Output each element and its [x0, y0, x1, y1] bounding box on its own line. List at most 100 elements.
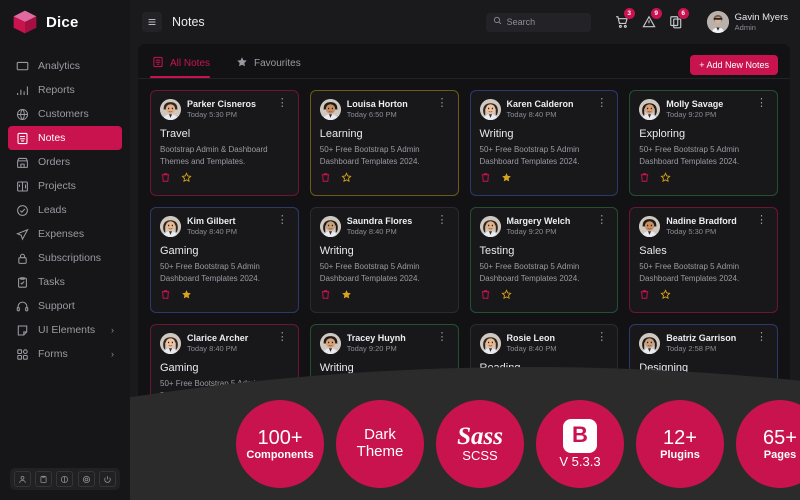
brand[interactable]: Dice — [0, 0, 130, 44]
note-author-block: Louisa Horton Today 6:50 PM — [347, 99, 430, 120]
note-actions — [480, 289, 609, 303]
check-circle-icon — [16, 204, 29, 217]
sidebar-item-tasks[interactable]: Tasks — [8, 270, 122, 294]
cart-icon[interactable]: 3 — [615, 15, 629, 29]
sidebar-item-customers[interactable]: Customers — [8, 102, 122, 126]
sidebar-item-ui-elements[interactable]: UI Elements › — [8, 318, 122, 342]
note-author: Nadine Bradford — [666, 216, 749, 227]
sidebar-item-orders[interactable]: Orders — [8, 150, 122, 174]
star-outline-icon[interactable] — [341, 172, 352, 186]
star-filled-icon[interactable] — [501, 172, 512, 186]
sidebar-item-forms[interactable]: Forms › — [8, 342, 122, 366]
note-author: Molly Savage — [666, 99, 749, 110]
note-author-block: Nadine Bradford Today 5:30 PM — [666, 216, 749, 237]
promo-circles: 100+ ComponentsDark ThemeSass SCSSB V 5.… — [130, 396, 800, 492]
search-input[interactable] — [507, 17, 584, 27]
sidebar-item-notes[interactable]: Notes — [8, 126, 122, 150]
star-outline-icon[interactable] — [181, 172, 192, 186]
avatar — [480, 216, 501, 237]
sidebar-item-label: Tasks — [38, 276, 114, 288]
sidebar-item-analytics[interactable]: Analytics — [8, 54, 122, 78]
more-options-icon[interactable]: ⋮ — [276, 216, 289, 225]
avatar — [480, 99, 501, 120]
note-author-block: Rosie Leon Today 8:40 PM — [507, 333, 590, 354]
umbrella-icon[interactable] — [56, 471, 73, 487]
more-options-icon[interactable]: ⋮ — [436, 333, 449, 342]
note-card[interactable]: Margery Welch Today 9:20 PM ⋮ Testing 50… — [470, 207, 619, 313]
star-filled-icon[interactable] — [341, 289, 352, 303]
avatar — [320, 216, 341, 237]
more-options-icon[interactable]: ⋮ — [755, 216, 768, 225]
note-card[interactable]: Louisa Horton Today 6:50 PM ⋮ Learning 5… — [310, 90, 459, 196]
note-text: 50+ Free Bootstrap 5 Admin Dashboard Tem… — [160, 261, 289, 289]
note-card[interactable]: Molly Savage Today 9:20 PM ⋮ Exploring 5… — [629, 90, 778, 196]
power-icon[interactable] — [99, 471, 116, 487]
tab-all-notes[interactable]: All Notes — [150, 52, 220, 78]
search-box[interactable] — [486, 13, 591, 32]
clipboard-icon[interactable] — [35, 471, 52, 487]
note-title: Gaming — [160, 362, 289, 374]
sidebar: Dice Analytics Reports Customers Notes O… — [0, 0, 130, 500]
notes-icon — [16, 132, 29, 145]
note-card[interactable]: Kim Gilbert Today 8:40 PM ⋮ Gaming 50+ F… — [150, 207, 299, 313]
trash-icon[interactable] — [480, 289, 491, 303]
user-menu[interactable]: Gavin Myers Admin — [707, 11, 788, 33]
hamburger-icon[interactable] — [142, 12, 162, 32]
user-role: Admin — [735, 23, 788, 32]
trash-icon[interactable] — [639, 289, 650, 303]
note-time: Today 8:40 PM — [187, 344, 270, 354]
more-options-icon[interactable]: ⋮ — [755, 333, 768, 342]
alert-triangle-icon[interactable]: 9 — [642, 15, 656, 29]
more-options-icon[interactable]: ⋮ — [595, 99, 608, 108]
promo-circle-bottom: V 5.3.3 — [559, 455, 600, 470]
trash-icon[interactable] — [160, 289, 171, 303]
note-header: Molly Savage Today 9:20 PM ⋮ — [639, 99, 768, 120]
sidebar-item-reports[interactable]: Reports — [8, 78, 122, 102]
chevron-right-icon: › — [111, 349, 114, 359]
more-options-icon[interactable]: ⋮ — [276, 99, 289, 108]
gear-icon[interactable] — [78, 471, 95, 487]
sidebar-item-label: Projects — [38, 180, 114, 192]
more-options-icon[interactable]: ⋮ — [595, 333, 608, 342]
note-header: Nadine Bradford Today 5:30 PM ⋮ — [639, 216, 768, 237]
promo-circle-bottom: SCSS — [462, 449, 497, 464]
tab-favourites[interactable]: Favourites — [234, 52, 311, 78]
sidebar-item-expenses[interactable]: Expenses — [8, 222, 122, 246]
note-card[interactable]: Karen Calderon Today 8:40 PM ⋮ Writing 5… — [470, 90, 619, 196]
sidebar-item-label: Reports — [38, 84, 114, 96]
bar-chart-icon — [16, 84, 29, 97]
sidebar-item-leads[interactable]: Leads — [8, 198, 122, 222]
note-card[interactable]: Nadine Bradford Today 5:30 PM ⋮ Sales 50… — [629, 207, 778, 313]
files-icon[interactable]: 6 — [669, 15, 683, 29]
trash-icon[interactable] — [160, 172, 171, 186]
note-card[interactable]: Saundra Flores Today 8:40 PM ⋮ Writing 5… — [310, 207, 459, 313]
clipboard-check-icon — [16, 276, 29, 289]
trash-icon[interactable] — [480, 172, 491, 186]
star-outline-icon[interactable] — [501, 289, 512, 303]
more-options-icon[interactable]: ⋮ — [436, 216, 449, 225]
globe-icon — [16, 108, 29, 121]
more-options-icon[interactable]: ⋮ — [436, 99, 449, 108]
promo-circle: Dark Theme — [336, 400, 424, 488]
tab-label: All Notes — [170, 58, 210, 69]
note-title: Designing — [639, 362, 768, 374]
note-text: 50+ Free Bootstrap 5 Admin Dashboard Tem… — [480, 144, 609, 172]
trash-icon[interactable] — [320, 172, 331, 186]
note-card[interactable]: Parker Cisneros Today 5:30 PM ⋮ Travel B… — [150, 90, 299, 196]
star-filled-icon[interactable] — [181, 289, 192, 303]
more-options-icon[interactable]: ⋮ — [276, 333, 289, 342]
star-outline-icon[interactable] — [660, 289, 671, 303]
user-icon[interactable] — [14, 471, 31, 487]
more-options-icon[interactable]: ⋮ — [755, 99, 768, 108]
add-new-notes-button[interactable]: + Add New Notes — [690, 55, 778, 75]
trash-icon[interactable] — [639, 172, 650, 186]
note-time: Today 8:40 PM — [347, 227, 430, 237]
sidebar-item-support[interactable]: Support — [8, 294, 122, 318]
sidebar-item-subscriptions[interactable]: Subscriptions — [8, 246, 122, 270]
more-options-icon[interactable]: ⋮ — [595, 216, 608, 225]
note-author: Louisa Horton — [347, 99, 430, 110]
trash-icon[interactable] — [320, 289, 331, 303]
star-outline-icon[interactable] — [660, 172, 671, 186]
note-text: Bootstrap Admin & Dashboard Themes and T… — [160, 144, 289, 172]
sidebar-item-projects[interactable]: Projects — [8, 174, 122, 198]
